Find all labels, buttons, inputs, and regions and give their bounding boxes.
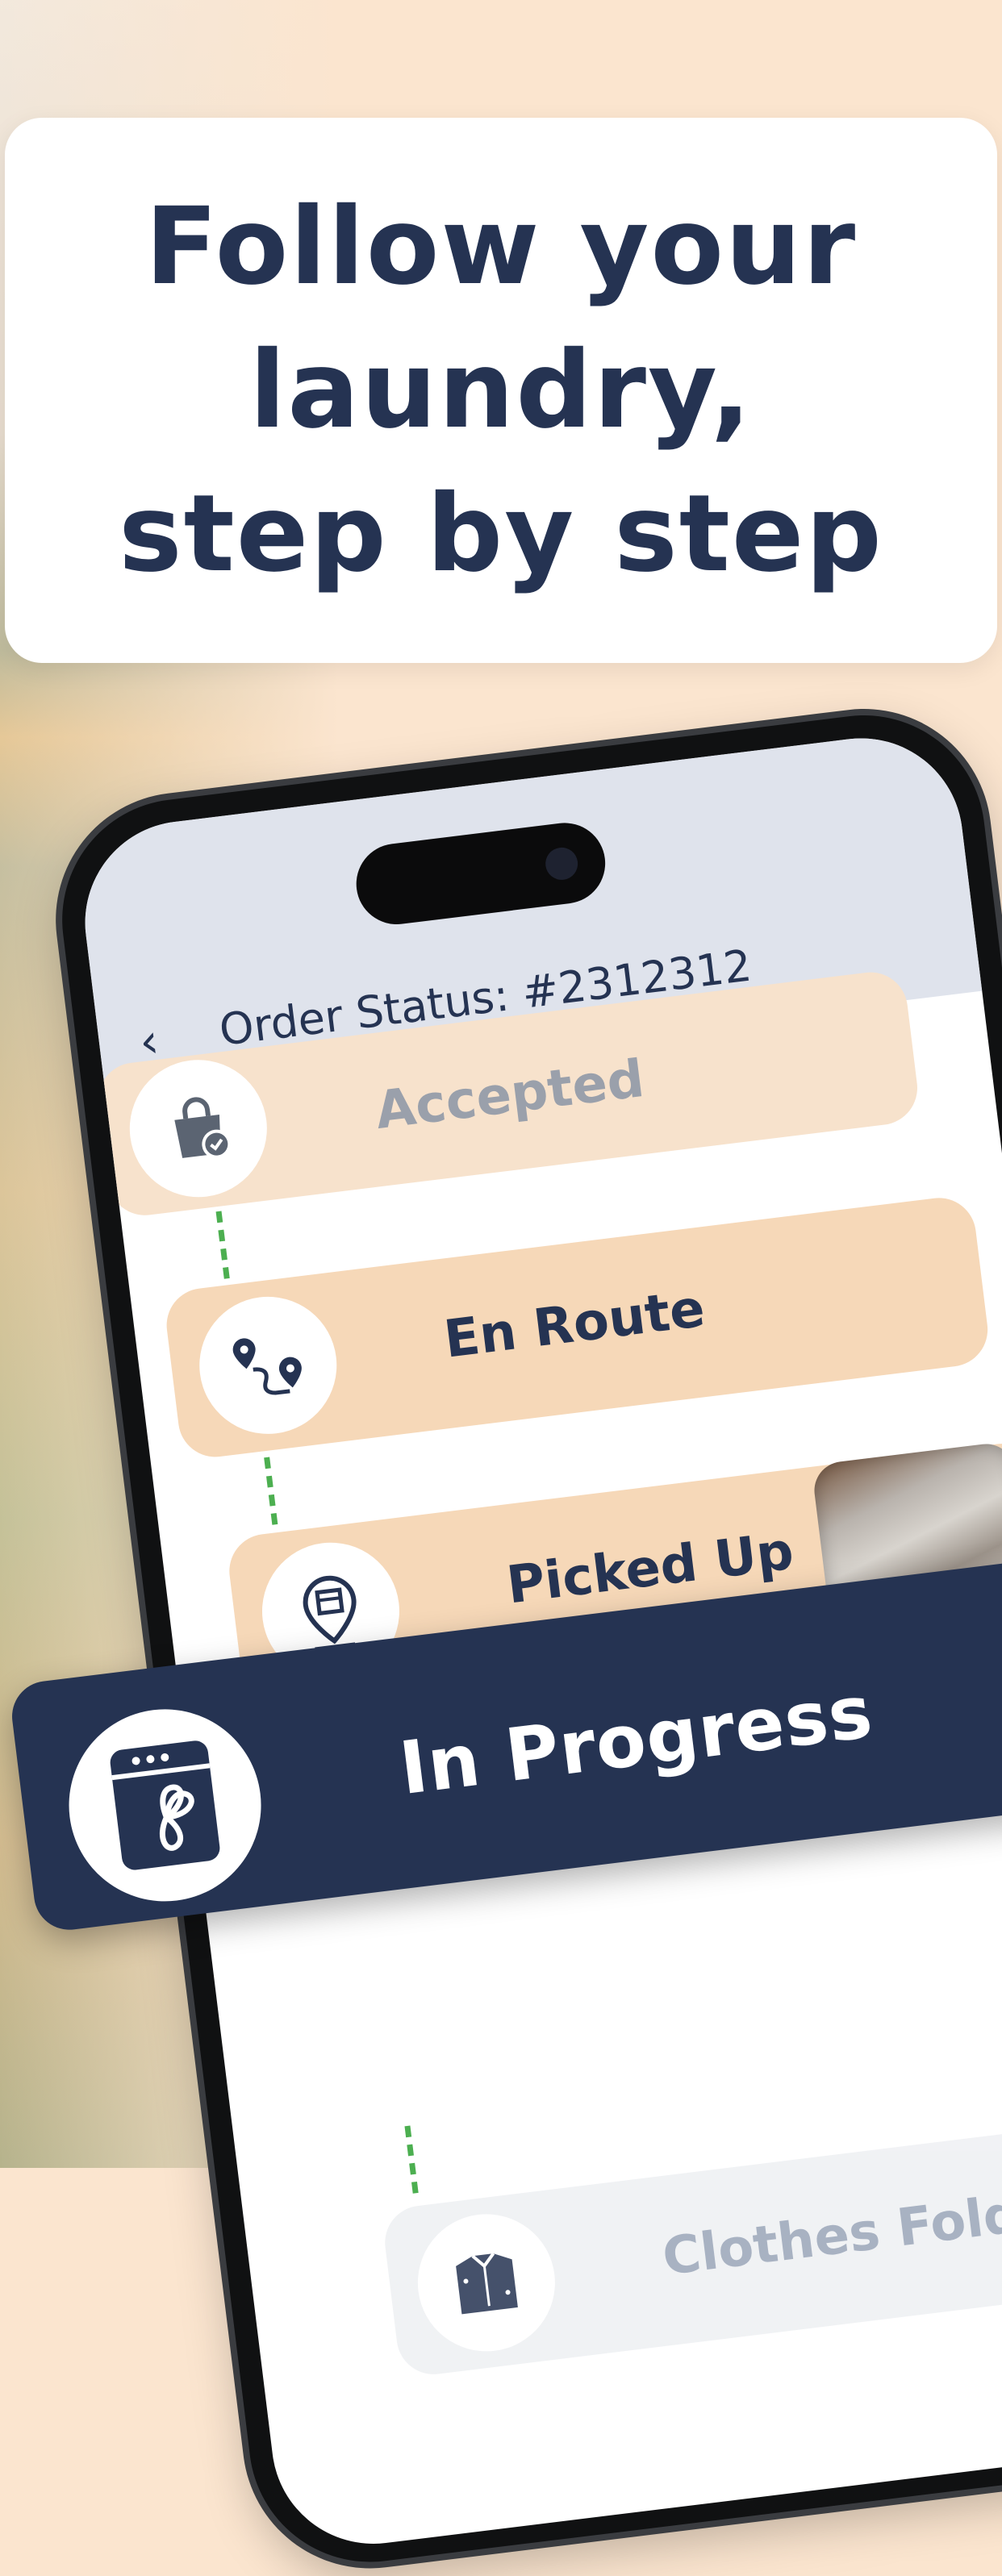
headline-line-3: step by step bbox=[119, 472, 883, 596]
step-label-clothes-folded: Clothes Folded bbox=[659, 2175, 1002, 2288]
timeline-connector bbox=[404, 2125, 419, 2194]
headline-line-2: laundry, bbox=[249, 328, 753, 452]
folded-shirt-icon bbox=[410, 2206, 563, 2360]
dynamic-island bbox=[351, 818, 610, 929]
step-label-en-route: En Route bbox=[440, 1278, 708, 1370]
camera-icon bbox=[543, 845, 580, 882]
timeline-connector bbox=[264, 1457, 278, 1525]
step-label-accepted: Accepted bbox=[372, 1048, 648, 1142]
shopping-bag-check-icon bbox=[122, 1052, 275, 1205]
timeline-connector bbox=[215, 1211, 230, 1279]
washing-machine-icon bbox=[57, 1698, 273, 1913]
headline-line-1: Follow your bbox=[144, 185, 858, 309]
step-clothes-folded[interactable]: Clothes Folded bbox=[380, 2111, 1002, 2379]
step-en-route[interactable]: En Route bbox=[162, 1194, 992, 1461]
step-label-in-progress: In Progress bbox=[395, 1669, 878, 1812]
headline-card: Follow your laundry, step by step bbox=[5, 118, 997, 663]
route-pins-icon bbox=[191, 1289, 344, 1442]
